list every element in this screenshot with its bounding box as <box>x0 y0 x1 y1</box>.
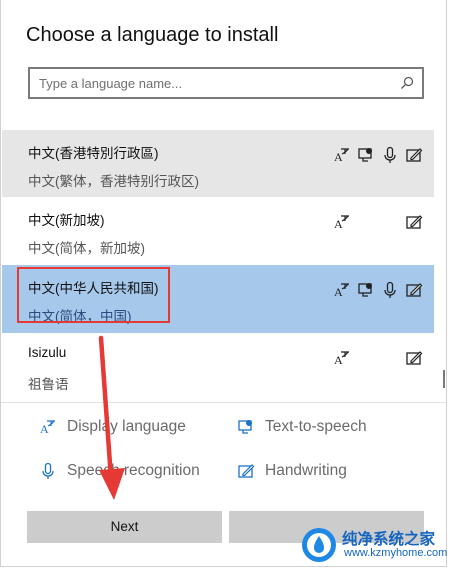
search-box[interactable] <box>28 67 424 99</box>
language-native-name: 中文(简体，中国) <box>28 309 132 324</box>
svg-text:A: A <box>334 353 343 367</box>
language-native-name: 中文(简体，新加坡) <box>28 241 145 256</box>
language-native-name: 祖鲁语 <box>28 377 69 392</box>
handwriting-icon <box>405 146 423 164</box>
list-scrollbar[interactable] <box>443 370 445 388</box>
next-button[interactable]: Next <box>27 511 222 543</box>
text-to-speech-icon <box>357 281 375 299</box>
svg-text:A: A <box>334 217 343 231</box>
svg-text:A: A <box>40 422 49 436</box>
search-icon[interactable] <box>400 76 414 90</box>
svg-text:A: A <box>334 285 343 299</box>
legend-label: Speech recognition <box>67 462 200 479</box>
capability-legend: A Display language Text-to-speech Speech… <box>1 402 446 503</box>
text-to-speech-icon <box>238 420 252 434</box>
language-native-name: 中文(繁体，香港特别行政区) <box>28 174 199 189</box>
language-name: 中文(新加坡) <box>28 213 105 228</box>
speech-recognition-icon <box>42 462 54 479</box>
language-list[interactable]: 中文(香港特別行政區) 中文(繁体，香港特别行政区) A 中文(新加坡) 中文(… <box>2 130 434 402</box>
search-input[interactable] <box>39 74 379 92</box>
handwriting-icon <box>238 464 255 478</box>
watermark: 纯净系统之家 www.kzmyhome.com <box>300 525 448 565</box>
display-language-icon: A <box>333 281 351 299</box>
watermark-name: 纯净系统之家 <box>342 530 436 548</box>
language-name: 中文(中华人民共和国) <box>28 281 159 296</box>
list-item[interactable]: 中文(新加坡) 中文(简体，新加坡) A <box>2 197 434 265</box>
watermark-logo <box>302 528 336 562</box>
legend-label: Display language <box>67 418 186 435</box>
display-language-icon: A <box>333 349 351 367</box>
display-language-icon: A <box>333 146 351 164</box>
speech-recognition-icon <box>381 146 399 164</box>
dialog-title: Choose a language to install <box>26 24 279 46</box>
handwriting-icon <box>405 349 423 367</box>
list-item[interactable]: Isizulu 祖鲁语 A <box>2 333 434 402</box>
display-language-icon: A <box>40 420 55 436</box>
text-to-speech-icon <box>357 146 375 164</box>
speech-recognition-icon <box>381 281 399 299</box>
list-item[interactable]: 中文(香港特別行政區) 中文(繁体，香港特别行政区) A <box>2 130 434 197</box>
svg-text:A: A <box>334 150 343 164</box>
language-name: 中文(香港特別行政區) <box>28 146 159 161</box>
install-language-dialog: Choose a language to install 中文(香港特別行政區)… <box>0 0 447 567</box>
language-name: Isizulu <box>28 345 67 360</box>
display-language-icon: A <box>333 213 351 231</box>
handwriting-icon <box>405 281 423 299</box>
legend-label: Text-to-speech <box>265 418 367 435</box>
handwriting-icon <box>405 213 423 231</box>
legend-label: Handwriting <box>265 462 347 479</box>
list-item-selected[interactable]: 中文(中华人民共和国) 中文(简体，中国) A <box>2 265 434 333</box>
watermark-url: www.kzmyhome.com <box>344 547 448 559</box>
